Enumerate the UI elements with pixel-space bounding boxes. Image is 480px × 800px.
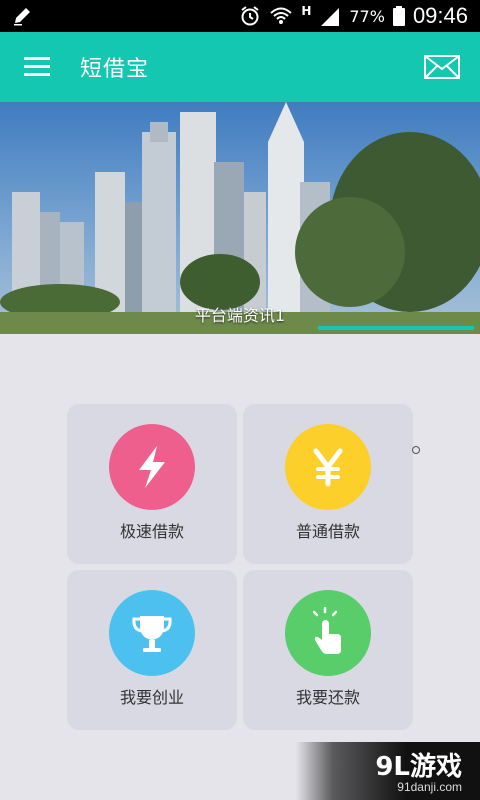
- wifi-icon: [270, 7, 292, 24]
- banner-progress-indicator: [318, 326, 474, 330]
- mail-icon[interactable]: [422, 50, 462, 84]
- alarm-icon: [241, 6, 259, 26]
- trophy-icon: [132, 616, 172, 652]
- watermark: 9L游戏 91danji.com: [296, 742, 480, 800]
- tile-label-repay: 我要还款: [295, 688, 360, 707]
- status-bar: H 77% 09:46: [0, 0, 480, 32]
- news-banner[interactable]: 平台端资讯1: [0, 102, 480, 334]
- edit-pencil-icon: [14, 8, 30, 26]
- normal-loan-icon-circle: [285, 424, 371, 510]
- tile-normal-loan[interactable]: 普通借款: [243, 404, 413, 564]
- app-title: 短借宝: [80, 57, 150, 82]
- tile-label-normal-loan: 普通借款: [295, 522, 360, 541]
- floating-dot-indicator: [412, 446, 420, 454]
- city-skyline-image: [0, 102, 480, 334]
- app-bar: 短借宝: [0, 32, 480, 102]
- lightning-icon: [139, 446, 165, 488]
- fast-loan-icon-circle: [109, 424, 195, 510]
- repay-icon-circle: [285, 590, 371, 676]
- tile-start-business[interactable]: 我要创业: [67, 570, 237, 730]
- tile-repay[interactable]: 我要还款: [243, 570, 413, 730]
- banner-caption: 平台端资讯1: [194, 306, 286, 325]
- yen-icon: [313, 448, 343, 487]
- clock: 09:46: [412, 3, 468, 28]
- network-type: H: [301, 4, 312, 18]
- tap-hand-icon: [312, 606, 341, 654]
- tile-label-fast-loan: 极速借款: [119, 522, 184, 541]
- menu-icon[interactable]: [22, 54, 54, 80]
- battery-icon: [392, 6, 405, 26]
- watermark-url: 91danji.com: [397, 780, 462, 794]
- start-business-icon-circle: [109, 590, 195, 676]
- tile-label-start-business: 我要创业: [119, 688, 184, 707]
- signal-icon: [321, 8, 340, 26]
- watermark-logo: 9L游戏: [375, 752, 462, 782]
- tile-fast-loan[interactable]: 极速借款: [67, 404, 237, 564]
- battery-percent: 77%: [349, 6, 385, 26]
- loan-menu-grid: 极速借款 普通借款 我要创业 我要还款: [67, 404, 413, 730]
